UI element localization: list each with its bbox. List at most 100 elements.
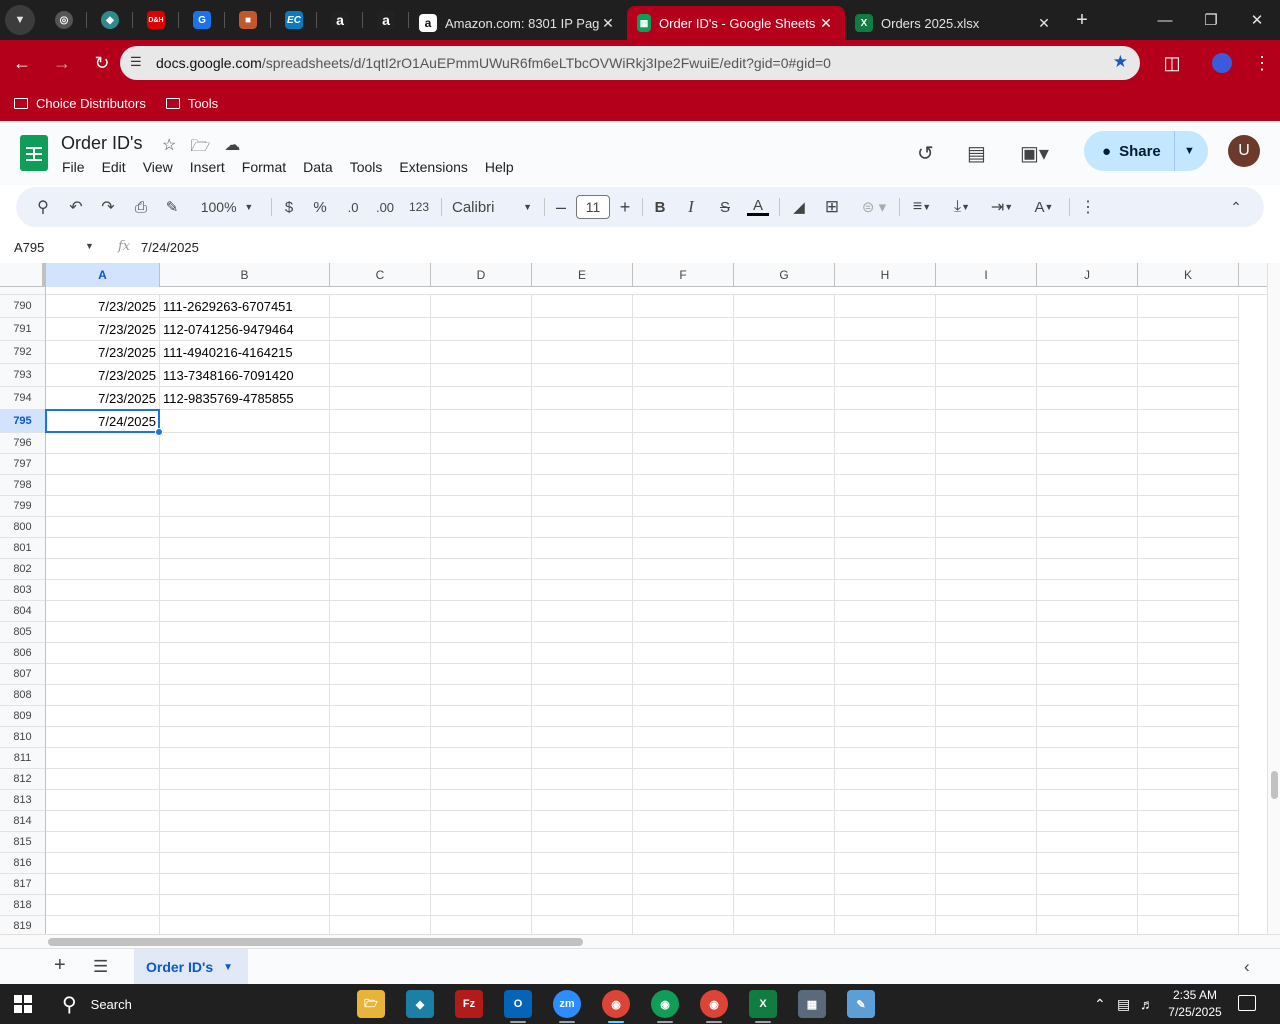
cell-g790[interactable] [734, 295, 835, 318]
row-header-811[interactable]: 811 [0, 748, 46, 769]
cell-j805[interactable] [1037, 622, 1138, 643]
cell-c809[interactable] [330, 706, 431, 727]
add-sheet-icon[interactable]: + [54, 954, 66, 977]
pinned-tab[interactable]: G [179, 0, 225, 40]
close-window-button[interactable]: ✕ [1234, 0, 1280, 40]
cell-c800[interactable] [330, 517, 431, 538]
cell-b814[interactable] [160, 811, 330, 832]
taskbar-clock[interactable]: 2:35 AM 7/25/2025 [1160, 987, 1230, 1021]
cell-f810[interactable] [633, 727, 734, 748]
cell-h793[interactable] [835, 364, 936, 387]
chrome-icon[interactable]: ◉ [700, 990, 728, 1023]
cell-k806[interactable] [1138, 643, 1239, 664]
sheets-logo-icon[interactable] [20, 135, 48, 171]
cell-d806[interactable] [431, 643, 532, 664]
cell-d800[interactable] [431, 517, 532, 538]
more-vert-icon[interactable]: ⋮ [1080, 187, 1096, 227]
cell-b797[interactable] [160, 454, 330, 475]
cell-b798[interactable] [160, 475, 330, 496]
cell-b792[interactable]: 111-4940216-4164215 [160, 341, 330, 364]
cell-a813[interactable] [46, 790, 160, 811]
cell-j804[interactable] [1037, 601, 1138, 622]
cell-j794[interactable] [1037, 387, 1138, 410]
cell-h813[interactable] [835, 790, 936, 811]
row-header-819[interactable]: 819 [0, 916, 46, 934]
cell-c813[interactable] [330, 790, 431, 811]
cell-g791[interactable] [734, 318, 835, 341]
cell-i816[interactable] [936, 853, 1037, 874]
row-header-795[interactable]: 795 [0, 410, 46, 433]
cell-b790[interactable]: 111-2629263-6707451 [160, 295, 330, 318]
tab-search-button[interactable]: ▼ [5, 5, 35, 35]
scrollbar-thumb[interactable] [1271, 771, 1278, 799]
row-header-790[interactable]: 790 [0, 295, 46, 318]
outlook-icon[interactable]: O [504, 990, 532, 1023]
row-header-802[interactable]: 802 [0, 559, 46, 580]
cell-d802[interactable] [431, 559, 532, 580]
cell-j800[interactable] [1037, 517, 1138, 538]
cell-e813[interactable] [532, 790, 633, 811]
menu-insert[interactable]: Insert [190, 159, 232, 175]
cell-f817[interactable] [633, 874, 734, 895]
cell-c795[interactable] [330, 410, 431, 433]
cell-d798[interactable] [431, 475, 532, 496]
cell-k797[interactable] [1138, 454, 1239, 475]
cell-a798[interactable] [46, 475, 160, 496]
cell-f801[interactable] [633, 538, 734, 559]
cell-d792[interactable] [431, 341, 532, 364]
cell-c796[interactable] [330, 433, 431, 454]
cell-i819[interactable] [936, 916, 1037, 934]
print-icon[interactable]: ⎙ [130, 187, 152, 227]
new-tab-button[interactable]: + [1063, 9, 1101, 32]
cell-f792[interactable] [633, 341, 734, 364]
cell-k819[interactable] [1138, 916, 1239, 934]
cell-b803[interactable] [160, 580, 330, 601]
cell-f794[interactable] [633, 387, 734, 410]
network-icon[interactable]: ▤ [1117, 984, 1130, 1024]
cell-f805[interactable] [633, 622, 734, 643]
menu-format[interactable]: Format [242, 159, 293, 175]
cell-j814[interactable] [1037, 811, 1138, 832]
cell-g809[interactable] [734, 706, 835, 727]
cell-a814[interactable] [46, 811, 160, 832]
site-info-icon[interactable]: ☰ [130, 54, 142, 70]
cell-g801[interactable] [734, 538, 835, 559]
cell-g813[interactable] [734, 790, 835, 811]
row-header-812[interactable]: 812 [0, 769, 46, 790]
cell-e802[interactable] [532, 559, 633, 580]
cell-i798[interactable] [936, 475, 1037, 496]
document-title[interactable]: Order ID's [61, 133, 142, 154]
increase-font-size-button[interactable]: + [617, 187, 633, 227]
cell-b816[interactable] [160, 853, 330, 874]
cell-k794[interactable] [1138, 387, 1239, 410]
cell-f799[interactable] [633, 496, 734, 517]
cell-g817[interactable] [734, 874, 835, 895]
row-header-806[interactable]: 806 [0, 643, 46, 664]
back-button[interactable]: ← [4, 45, 40, 81]
address-bar[interactable]: ☰ docs.google.com/spreadsheets/d/1qtI2rO… [120, 46, 1140, 80]
chrome-icon[interactable]: ◉ [602, 990, 630, 1023]
pinned-tab[interactable]: a [317, 0, 363, 40]
cell-c815[interactable] [330, 832, 431, 853]
cell-k798[interactable] [1138, 475, 1239, 496]
cell-i811[interactable] [936, 748, 1037, 769]
cell-g800[interactable] [734, 517, 835, 538]
cell-d804[interactable] [431, 601, 532, 622]
cell-j813[interactable] [1037, 790, 1138, 811]
row-header-810[interactable]: 810 [0, 727, 46, 748]
cell-f808[interactable] [633, 685, 734, 706]
cell-f793[interactable] [633, 364, 734, 387]
row-header-798[interactable]: 798 [0, 475, 46, 496]
cell-f796[interactable] [633, 433, 734, 454]
cell-j791[interactable] [1037, 318, 1138, 341]
cell-d793[interactable] [431, 364, 532, 387]
browser-tab-orders-xlsx[interactable]: X Orders 2025.xlsx ✕ [845, 6, 1063, 40]
cell-f795[interactable] [633, 410, 734, 433]
cell-h812[interactable] [835, 769, 936, 790]
cell-f791[interactable] [633, 318, 734, 341]
cell-d818[interactable] [431, 895, 532, 916]
column-header-k[interactable]: K [1138, 263, 1239, 287]
text-rotation-icon[interactable]: A ▼ [1028, 187, 1060, 227]
cell-h810[interactable] [835, 727, 936, 748]
cell-e795[interactable] [532, 410, 633, 433]
